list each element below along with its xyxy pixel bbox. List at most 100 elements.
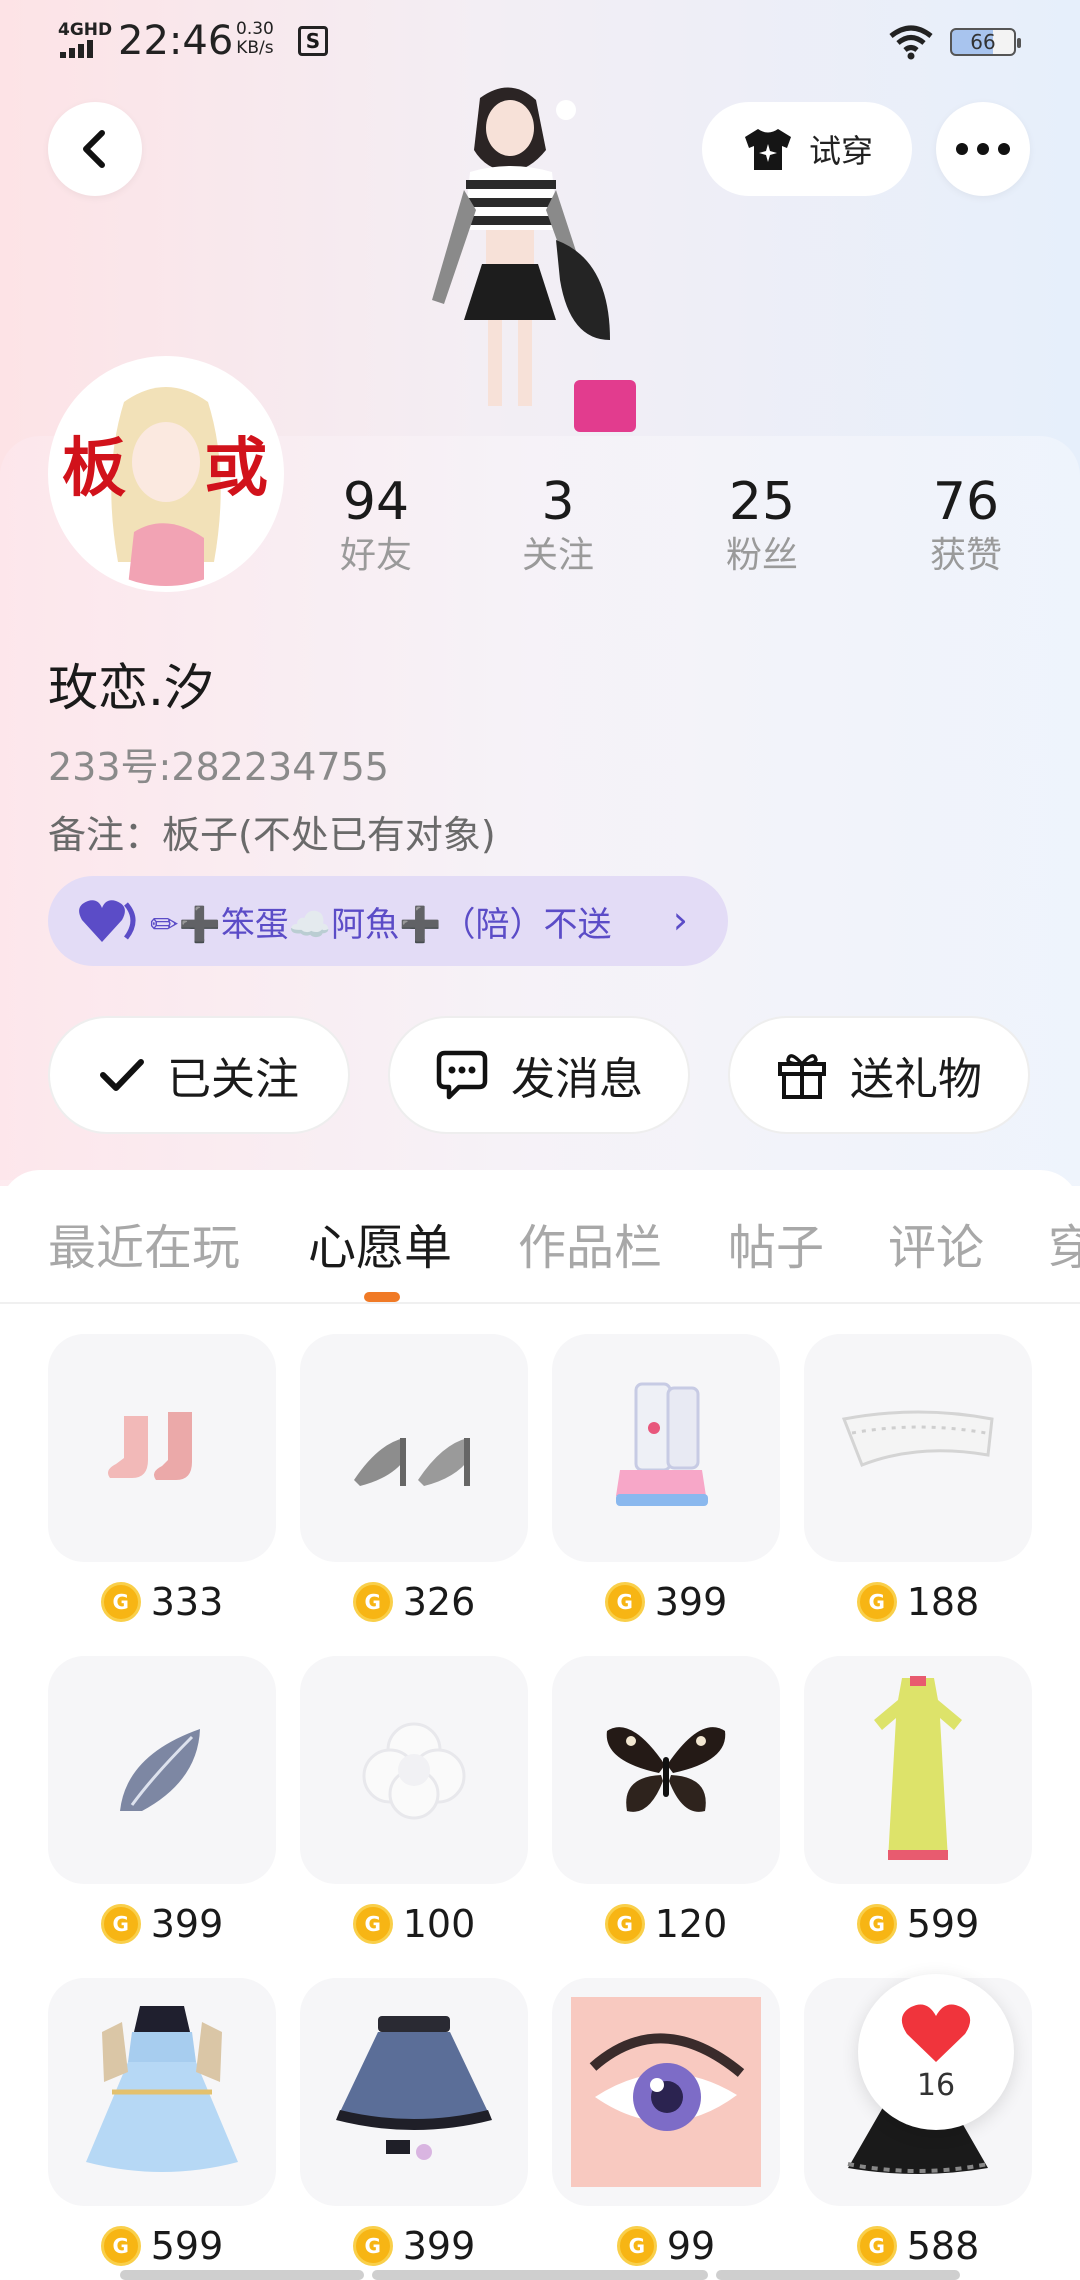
stat-fans[interactable]: 25 粉丝 (682, 470, 842, 578)
item-price: 333 (150, 1580, 224, 1624)
try-on-label: 试穿 (808, 132, 873, 170)
stat-label: 粉丝 (725, 535, 798, 576)
scroll-hint (716, 2270, 960, 2280)
item-price: 599 (906, 1902, 980, 1946)
gift-label: 送礼物 (850, 1054, 982, 1105)
purple-heart-icon (79, 900, 136, 942)
stat-label: 获赞 (929, 535, 1002, 576)
boots-icon (552, 1334, 780, 1562)
clock: 22:46 (118, 18, 234, 64)
wishlist-item[interactable]: G 399 (48, 1656, 276, 1952)
tab-posts[interactable]: 帖子 (728, 1208, 824, 1278)
tab-wishlist[interactable]: 心愿单 (308, 1208, 452, 1278)
coin-icon: G (604, 1904, 645, 1944)
item-price: 100 (402, 1902, 476, 1946)
network-type: 4GHD (58, 20, 113, 40)
svg-text:或: 或 (204, 431, 268, 506)
blue-dress-icon (48, 1978, 276, 2206)
like-count: 16 (916, 2067, 956, 2103)
tab-bar: 最近在玩 心愿单 作品栏 帖子 评论 穿 (0, 1170, 1080, 1304)
speed-unit: KB/s (236, 38, 274, 58)
butterfly-icon (552, 1656, 780, 1884)
tab-recently-played[interactable]: 最近在玩 (48, 1208, 240, 1278)
stat-label: 关注 (521, 535, 594, 576)
stat-label: 好友 (339, 535, 412, 576)
item-price: 399 (654, 1580, 728, 1624)
back-arrow-icon (83, 130, 105, 168)
item-price: 599 (150, 2224, 224, 2268)
coin-icon: G (352, 2226, 393, 2266)
signal-icon (60, 40, 100, 58)
headband-icon (804, 1334, 1032, 1562)
avatar[interactable]: 板 或 (48, 356, 284, 592)
coin-icon: G (604, 1582, 645, 1622)
coin-icon: G (352, 1904, 393, 1944)
speed-value: 0.30 (236, 19, 274, 39)
coin-icon: G (616, 2226, 657, 2266)
user-id[interactable]: 233号:282234755 (48, 736, 389, 791)
tab-works[interactable]: 作品栏 (518, 1208, 662, 1278)
active-tab-indicator (364, 1292, 400, 1302)
feather-icon (48, 1656, 276, 1884)
wishlist-item[interactable]: G 99 (552, 1978, 780, 2274)
remark-note[interactable]: 备注：板子(不处已有对象) (48, 804, 496, 859)
wishlist-item[interactable]: G 399 (300, 1978, 528, 2274)
group-banner[interactable]: ✏➕笨蛋☁️阿魚➕（陪）不送 › (48, 876, 728, 966)
wishlist-item[interactable]: G 100 (300, 1656, 528, 1952)
message-button[interactable]: 发消息 (388, 1016, 690, 1134)
wishlist-item[interactable]: G 599 (804, 1656, 1032, 1952)
gift-button[interactable]: 送礼物 (728, 1016, 1030, 1134)
avatar-image: 板 或 (54, 362, 278, 586)
stat-following[interactable]: 3 关注 (478, 470, 638, 578)
coin-icon: G (352, 1582, 393, 1622)
wishlist-item[interactable]: G 399 (552, 1334, 780, 1630)
avatar-text: 板 (62, 431, 126, 506)
network-speed: 0.30 KB/s (236, 20, 274, 58)
scroll-hint (120, 2270, 364, 2280)
tab-outfits[interactable]: 穿 (1048, 1208, 1080, 1278)
back-button[interactable] (48, 102, 142, 196)
stat-value: 25 (728, 472, 796, 532)
wishlist-item[interactable]: G 120 (552, 1656, 780, 1952)
wishlist-item[interactable]: G 188 (804, 1334, 1032, 1630)
stat-friends[interactable]: 94 好友 (296, 470, 456, 578)
check-icon (100, 1059, 144, 1091)
stat-value: 3 (541, 472, 575, 532)
item-price: 326 (402, 1580, 476, 1624)
chat-bubble-icon (436, 1050, 488, 1100)
chevron-right-icon: › (672, 898, 688, 942)
socks-icon (48, 1334, 276, 1562)
coin-icon: G (856, 1582, 897, 1622)
heart-icon (901, 2003, 971, 2062)
wishlist-item[interactable]: G 326 (300, 1334, 528, 1630)
battery-indicator: 66 (950, 28, 1021, 56)
coin-icon: G (100, 1582, 141, 1622)
status-bar: 4GHD 22:46 0.30 KB/s S 66 (0, 0, 1080, 84)
coin-icon: G (856, 2226, 897, 2266)
more-options-button[interactable] (936, 102, 1030, 196)
app-notification-icon: S (298, 26, 328, 56)
shirt-icon (744, 129, 791, 170)
heels-icon (300, 1334, 528, 1562)
qipao-dress-icon (804, 1656, 1032, 1884)
stat-value: 76 (932, 472, 1000, 532)
stat-likes[interactable]: 76 获赞 (886, 470, 1046, 578)
character-avatar-figure[interactable] (360, 80, 660, 440)
nickname: 玫恋.汐 (48, 659, 214, 717)
denim-skirt-icon (300, 1978, 528, 2206)
follow-button[interactable]: 已关注 (48, 1016, 350, 1134)
group-text: ✏➕笨蛋☁️阿魚➕（陪）不送 (150, 904, 612, 945)
stat-value: 94 (342, 472, 410, 532)
like-button[interactable]: 16 (858, 1974, 1014, 2130)
tab-comments[interactable]: 评论 (888, 1208, 984, 1278)
coin-icon: G (856, 1904, 897, 1944)
wishlist-item[interactable]: G 333 (48, 1334, 276, 1630)
coin-icon: G (100, 2226, 141, 2266)
try-on-button[interactable]: 试穿 (702, 102, 912, 196)
wishlist-item[interactable]: G 599 (48, 1978, 276, 2274)
item-price: 99 (666, 2224, 716, 2268)
wifi-icon (889, 25, 933, 60)
eye-icon (552, 1978, 780, 2206)
follow-label: 已关注 (167, 1054, 299, 1105)
scroll-hint (372, 2270, 708, 2280)
